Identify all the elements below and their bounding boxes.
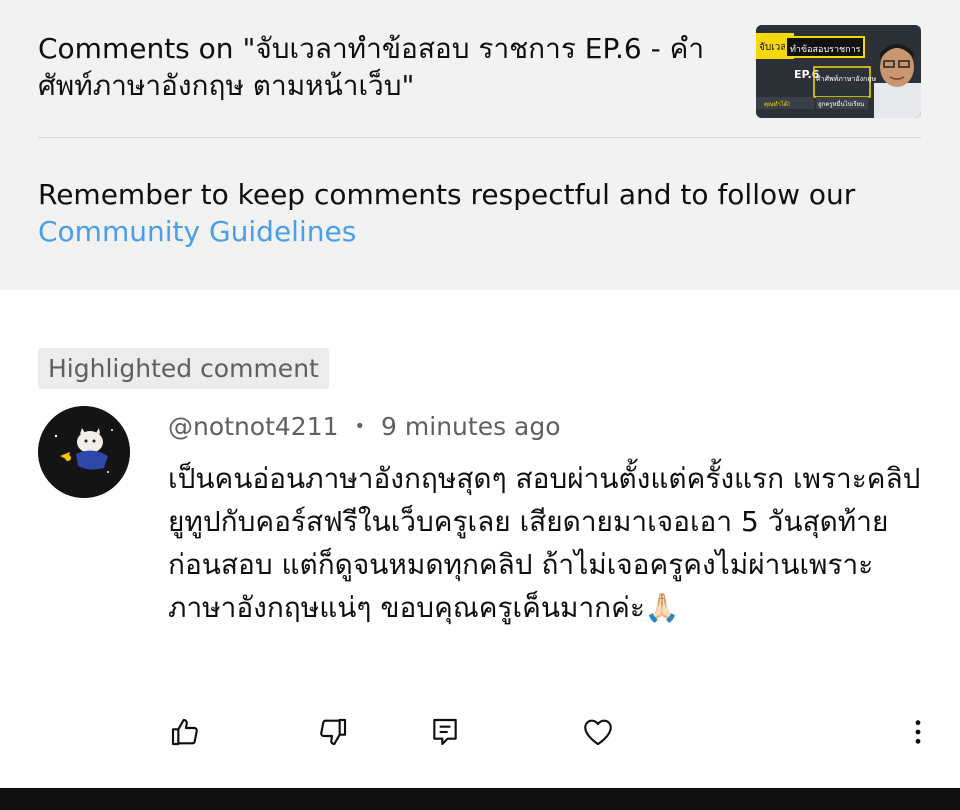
comment-text: เป็นคนอ่อนภาษาอังกฤษสุดๆ สอบผ่านตั้งแต่ค… [168,462,921,624]
avatar-image [38,406,130,498]
thumbs-up-icon [171,718,198,746]
header-title: Comments on "จับเวลาทำข้อสอบ ราชการ EP.6… [38,32,705,102]
avatar[interactable] [38,406,130,498]
reply-button[interactable] [425,708,465,756]
comment-actions [0,708,960,756]
reply-icon [433,718,457,746]
thumbs-down-icon [320,718,347,746]
comment-author[interactable]: @notnot4211 [168,412,339,441]
video-thumbnail[interactable]: จับเวลา ทำข้อสอบราชการ EP.6 คำศัพท์ภาษาอ… [756,25,921,118]
more-options-button[interactable] [898,708,938,756]
meta-separator: • [354,416,366,437]
heart-icon [584,719,612,746]
header-divider [38,137,921,138]
dislike-button[interactable] [313,708,353,756]
like-button[interactable] [165,708,205,756]
notice-text: Remember to keep comments respectful and… [38,178,856,211]
heart-button[interactable] [578,708,618,756]
thumb-label-exam: ทำข้อสอบราชการ [790,44,861,55]
comment-time: 9 minutes ago [381,412,561,441]
bottom-bar [0,788,960,810]
comments-header: Comments on "จับเวลาทำข้อสอบ ราชการ EP.6… [0,0,960,290]
more-vert-icon [915,720,921,744]
thumb-label-small-left: คุณทำได้! [764,100,790,108]
highlighted-comment-badge: Highlighted comment [38,348,329,389]
thumbnail-art: จับเวลา ทำข้อสอบราชการ EP.6 คำศัพท์ภาษาอ… [756,25,921,118]
thumb-label-topic: คำศัพท์ภาษาอังกฤษ [816,75,876,83]
community-notice: Remember to keep comments respectful and… [38,176,928,250]
comment-meta: @notnot4211 • 9 minutes ago [168,409,561,448]
thumb-label-small-right: ลูกครูหมื่นไปเรียน [818,100,864,108]
community-guidelines-link[interactable]: Community Guidelines [38,215,356,248]
